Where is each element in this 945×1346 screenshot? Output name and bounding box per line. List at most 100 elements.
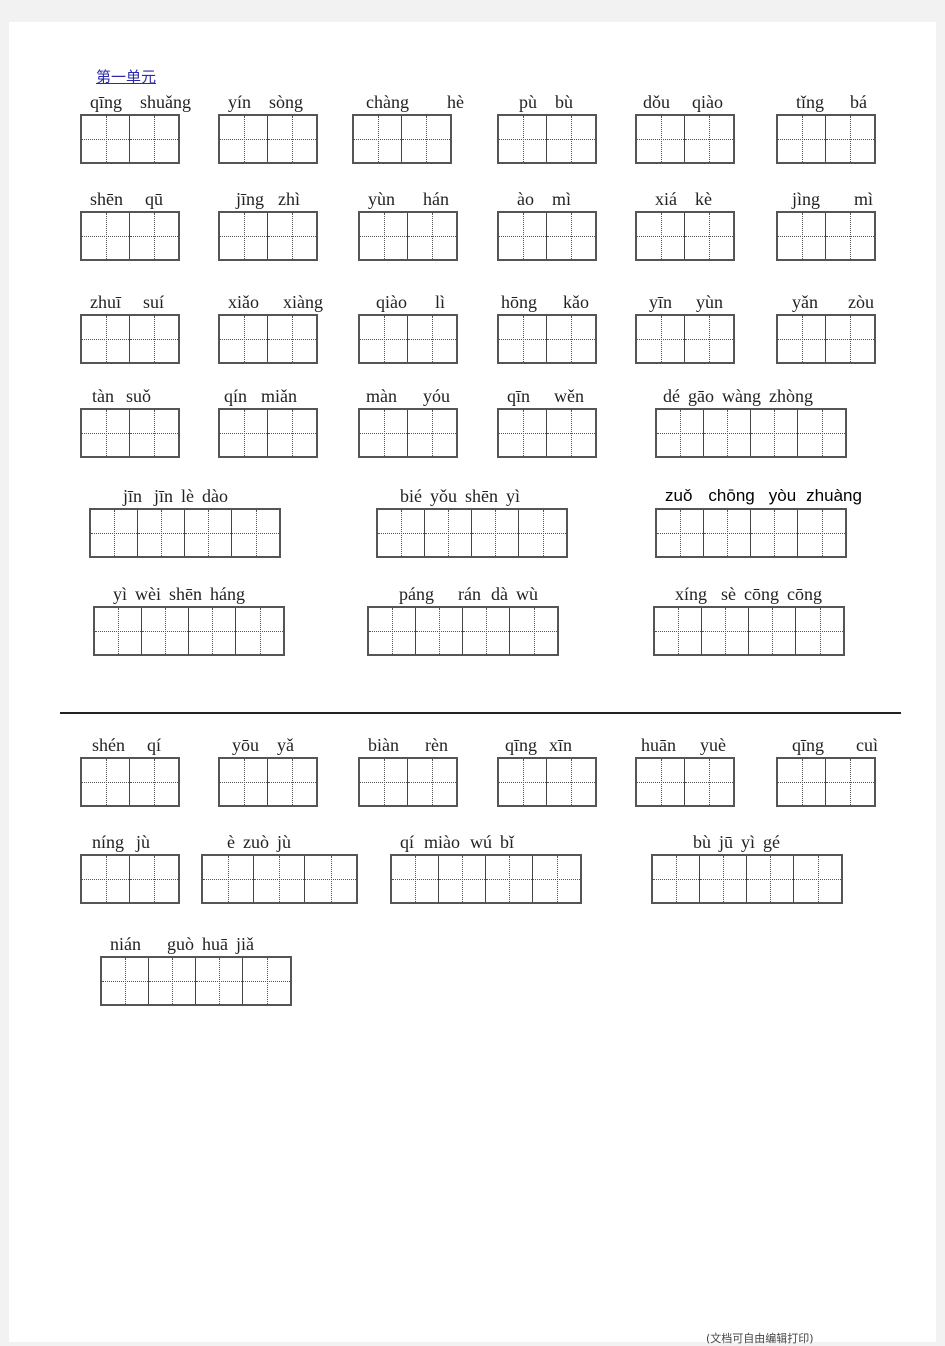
character-box[interactable] xyxy=(189,608,236,654)
character-box[interactable] xyxy=(798,510,845,556)
character-box[interactable] xyxy=(425,510,472,556)
character-box[interactable] xyxy=(778,116,826,162)
character-box[interactable] xyxy=(798,410,845,456)
character-box[interactable] xyxy=(499,116,547,162)
character-box[interactable] xyxy=(547,410,595,456)
character-box[interactable] xyxy=(655,608,702,654)
character-box[interactable] xyxy=(796,608,843,654)
character-box[interactable] xyxy=(268,759,316,805)
character-box[interactable] xyxy=(685,213,733,259)
character-box[interactable] xyxy=(91,510,138,556)
character-box[interactable] xyxy=(416,608,463,654)
character-box[interactable] xyxy=(657,410,704,456)
character-box[interactable] xyxy=(463,608,510,654)
character-box[interactable] xyxy=(747,856,794,902)
character-box[interactable] xyxy=(547,316,595,362)
character-box[interactable] xyxy=(547,213,595,259)
character-box[interactable] xyxy=(360,213,408,259)
character-box[interactable] xyxy=(82,316,130,362)
character-box[interactable] xyxy=(220,213,268,259)
character-box[interactable] xyxy=(408,759,456,805)
character-box[interactable] xyxy=(82,856,130,902)
character-box[interactable] xyxy=(637,116,685,162)
character-box[interactable] xyxy=(360,316,408,362)
character-box[interactable] xyxy=(149,958,196,1004)
character-box[interactable] xyxy=(130,410,178,456)
character-box[interactable] xyxy=(268,213,316,259)
character-box[interactable] xyxy=(82,759,130,805)
character-box[interactable] xyxy=(138,510,185,556)
character-box[interactable] xyxy=(254,856,305,902)
character-box[interactable] xyxy=(794,856,841,902)
character-box[interactable] xyxy=(499,410,547,456)
character-box[interactable] xyxy=(130,116,178,162)
character-box[interactable] xyxy=(486,856,533,902)
character-box[interactable] xyxy=(826,213,874,259)
character-box[interactable] xyxy=(408,316,456,362)
character-box[interactable] xyxy=(408,410,456,456)
character-box[interactable] xyxy=(130,759,178,805)
character-box[interactable] xyxy=(130,856,178,902)
character-box[interactable] xyxy=(499,213,547,259)
character-box[interactable] xyxy=(685,759,733,805)
character-box[interactable] xyxy=(439,856,486,902)
character-box[interactable] xyxy=(704,410,751,456)
character-box[interactable] xyxy=(102,958,149,1004)
character-box[interactable] xyxy=(82,410,130,456)
character-box[interactable] xyxy=(778,316,826,362)
character-box[interactable] xyxy=(130,213,178,259)
character-box[interactable] xyxy=(704,510,751,556)
character-box[interactable] xyxy=(499,316,547,362)
character-box[interactable] xyxy=(243,958,290,1004)
character-box[interactable] xyxy=(203,856,254,902)
character-box[interactable] xyxy=(472,510,519,556)
character-box[interactable] xyxy=(826,116,874,162)
character-box[interactable] xyxy=(354,116,402,162)
character-box[interactable] xyxy=(268,116,316,162)
character-box[interactable] xyxy=(533,856,580,902)
character-box[interactable] xyxy=(700,856,747,902)
character-box[interactable] xyxy=(95,608,142,654)
character-box[interactable] xyxy=(826,759,874,805)
character-box[interactable] xyxy=(220,759,268,805)
character-box[interactable] xyxy=(547,759,595,805)
character-box[interactable] xyxy=(378,510,425,556)
character-box[interactable] xyxy=(130,316,178,362)
section-title[interactable]: 第一单元 xyxy=(96,66,156,87)
character-box[interactable] xyxy=(268,410,316,456)
character-box[interactable] xyxy=(360,759,408,805)
character-box[interactable] xyxy=(637,759,685,805)
character-box[interactable] xyxy=(82,213,130,259)
character-box[interactable] xyxy=(268,316,316,362)
character-box[interactable] xyxy=(232,510,279,556)
character-box[interactable] xyxy=(408,213,456,259)
character-box[interactable] xyxy=(142,608,189,654)
character-box[interactable] xyxy=(778,759,826,805)
character-box[interactable] xyxy=(778,213,826,259)
character-box[interactable] xyxy=(499,759,547,805)
character-box[interactable] xyxy=(637,316,685,362)
character-box[interactable] xyxy=(547,116,595,162)
character-box[interactable] xyxy=(369,608,416,654)
character-box[interactable] xyxy=(751,410,798,456)
character-box[interactable] xyxy=(236,608,283,654)
character-box[interactable] xyxy=(685,316,733,362)
character-box[interactable] xyxy=(305,856,356,902)
character-box[interactable] xyxy=(653,856,700,902)
character-box[interactable] xyxy=(685,116,733,162)
character-box[interactable] xyxy=(220,316,268,362)
character-box[interactable] xyxy=(196,958,243,1004)
character-box[interactable] xyxy=(220,116,268,162)
character-box[interactable] xyxy=(657,510,704,556)
character-box[interactable] xyxy=(402,116,450,162)
character-box[interactable] xyxy=(392,856,439,902)
character-box[interactable] xyxy=(220,410,268,456)
character-box[interactable] xyxy=(510,608,557,654)
character-box[interactable] xyxy=(702,608,749,654)
character-box[interactable] xyxy=(360,410,408,456)
character-box[interactable] xyxy=(185,510,232,556)
character-box[interactable] xyxy=(826,316,874,362)
character-box[interactable] xyxy=(519,510,566,556)
character-box[interactable] xyxy=(82,116,130,162)
character-box[interactable] xyxy=(637,213,685,259)
